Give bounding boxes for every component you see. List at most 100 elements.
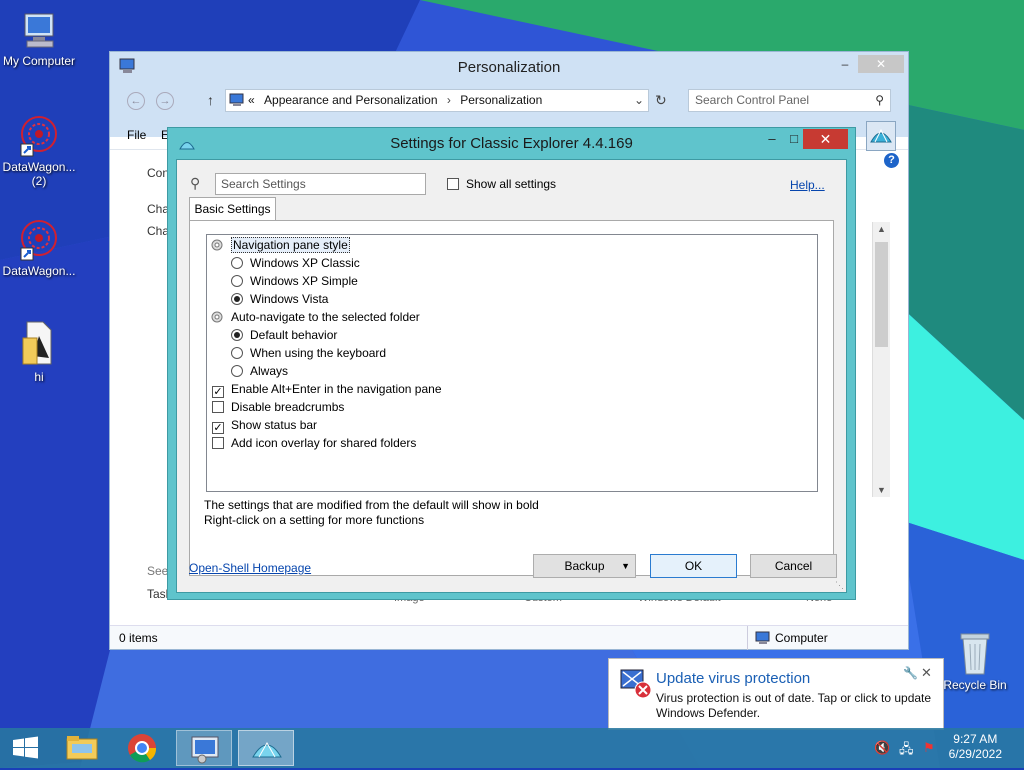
help-icon[interactable]: ? bbox=[884, 153, 899, 168]
breadcrumb-prefix: « bbox=[248, 93, 255, 107]
desktop-icon-label: Recycle Bin bbox=[943, 678, 1007, 692]
show-all-settings-label: Show all settings bbox=[466, 177, 557, 191]
desktop-icon-my-computer[interactable]: My Computer bbox=[0, 10, 78, 68]
start-button[interactable] bbox=[0, 730, 52, 766]
radio-button[interactable] bbox=[231, 257, 243, 269]
dropdown-arrow-icon: ▼ bbox=[621, 561, 630, 571]
scrollbar-thumb[interactable] bbox=[875, 242, 888, 347]
taskbar-file-explorer[interactable] bbox=[54, 730, 110, 766]
folder-icon bbox=[22, 321, 52, 365]
open-shell-homepage-link[interactable]: Open-Shell Homepage bbox=[189, 561, 311, 575]
radio-default-behavior[interactable]: Default behavior bbox=[231, 326, 337, 344]
notification-body-line: Virus protection is out of date. Tap or … bbox=[656, 691, 932, 705]
speaker-muted-icon[interactable]: 🔇 bbox=[874, 740, 890, 756]
close-button[interactable]: ✕ bbox=[803, 129, 848, 149]
checkbox-show-status-bar[interactable]: ✓ Show status bar bbox=[212, 416, 317, 434]
checkbox-box[interactable] bbox=[447, 178, 459, 190]
radio-when-using-keyboard[interactable]: When using the keyboard bbox=[231, 344, 386, 362]
radio-label: Windows XP Classic bbox=[250, 256, 360, 270]
settings-gear-icon bbox=[211, 239, 223, 251]
back-button[interactable]: ← bbox=[127, 92, 145, 110]
settings-tree[interactable]: Navigation pane style Windows XP Classic… bbox=[206, 234, 818, 492]
radio-button[interactable] bbox=[231, 365, 243, 377]
taskbar-classic-explorer-settings[interactable] bbox=[238, 730, 294, 766]
notification-body-line: Windows Defender. bbox=[656, 706, 761, 720]
radio-windows-xp-classic[interactable]: Windows XP Classic bbox=[231, 254, 360, 272]
taskbar: 🔇 🖧 ⚑ 9:27 AM 6/29/2022 bbox=[0, 728, 1024, 768]
scroll-up-icon[interactable]: ▲ bbox=[877, 224, 886, 234]
checkbox-box[interactable] bbox=[212, 401, 224, 413]
datawagon-shortcut-icon bbox=[20, 220, 57, 261]
chevron-down-icon[interactable]: ⌄ bbox=[634, 90, 644, 111]
ok-button[interactable]: OK bbox=[650, 554, 737, 578]
status-bar: 0 items Computer bbox=[110, 625, 908, 650]
tab-basic-settings[interactable]: Basic Settings bbox=[189, 197, 276, 221]
search-placeholder: Search Settings bbox=[221, 177, 306, 191]
checkbox-box[interactable] bbox=[212, 437, 224, 449]
classic-shell-toolbar-button[interactable] bbox=[866, 121, 896, 151]
checkbox-enable-alt-enter[interactable]: ✓ Enable Alt+Enter in the navigation pane bbox=[212, 380, 442, 398]
vertical-scrollbar[interactable]: ▲ ▼ bbox=[872, 222, 890, 497]
left-link-fragment[interactable]: Cha bbox=[147, 224, 169, 238]
settings-wrench-icon[interactable]: 🔧 bbox=[903, 666, 918, 680]
close-icon[interactable]: ✕ bbox=[921, 665, 932, 681]
desktop-icon-datawagon[interactable]: DataWagon... bbox=[0, 216, 78, 278]
search-settings-input[interactable]: Search Settings bbox=[215, 173, 426, 195]
menu-file[interactable]: File bbox=[127, 128, 146, 142]
checkbox-disable-breadcrumbs[interactable]: Disable breadcrumbs bbox=[212, 398, 344, 416]
checkbox-add-icon-overlay[interactable]: Add icon overlay for shared folders bbox=[212, 434, 416, 452]
radio-always[interactable]: Always bbox=[231, 362, 288, 380]
up-button[interactable]: ↑ bbox=[207, 92, 214, 108]
classic-explorer-settings-dialog[interactable]: Settings for Classic Explorer 4.4.169 – … bbox=[167, 127, 856, 600]
checkbox-label: Show status bar bbox=[231, 418, 318, 432]
network-icon[interactable]: 🖧 bbox=[899, 740, 914, 762]
datawagon-shortcut-icon bbox=[20, 116, 57, 157]
desktop-icon-hi[interactable]: hi bbox=[0, 318, 78, 384]
system-clock[interactable]: 9:27 AM 6/29/2022 bbox=[949, 732, 1002, 762]
scroll-down-icon[interactable]: ▼ bbox=[877, 485, 886, 495]
setting-group-auto-navigate[interactable]: Auto-navigate to the selected folder bbox=[209, 308, 420, 326]
desktop-icon-recycle-bin[interactable]: Recycle Bin bbox=[936, 630, 1014, 692]
defender-notification[interactable]: Update virus protection Virus protection… bbox=[608, 658, 944, 730]
search-control-panel-input[interactable]: Search Control Panel ⚲ bbox=[688, 89, 891, 112]
close-button[interactable]: ✕ bbox=[858, 55, 904, 73]
cancel-button[interactable]: Cancel bbox=[750, 554, 837, 578]
breadcrumb-item-personalization[interactable]: Personalization bbox=[460, 93, 542, 107]
notification-body: Virus protection is out of date. Tap or … bbox=[656, 691, 931, 721]
left-link-fragment[interactable]: Cha bbox=[147, 202, 169, 216]
radio-button-selected[interactable] bbox=[231, 329, 243, 341]
defender-warning-icon bbox=[620, 669, 652, 699]
computer-icon bbox=[24, 13, 54, 48]
forward-button[interactable]: → bbox=[156, 92, 174, 110]
checkbox-box-checked[interactable]: ✓ bbox=[212, 386, 224, 398]
taskbar-control-panel[interactable] bbox=[176, 730, 232, 766]
see-also-fragment: See bbox=[147, 564, 169, 578]
file-explorer-icon bbox=[66, 736, 98, 760]
address-bar[interactable]: « Appearance and Personalization › Perso… bbox=[225, 89, 649, 112]
action-center-alert-icon[interactable]: ⚑ bbox=[923, 740, 935, 756]
resize-grip-icon[interactable]: ⋱ bbox=[835, 580, 844, 591]
radio-label: Always bbox=[250, 364, 289, 378]
desktop-icon-datawagon-2[interactable]: DataWagon... (2) bbox=[0, 112, 78, 188]
radio-windows-vista[interactable]: Windows Vista bbox=[231, 290, 328, 308]
chrome-icon bbox=[128, 734, 157, 763]
radio-label: When using the keyboard bbox=[250, 346, 387, 360]
backup-button[interactable]: Backup ▼ bbox=[533, 554, 636, 578]
notification-title: Update virus protection bbox=[656, 670, 811, 687]
checkbox-label: Disable breadcrumbs bbox=[231, 400, 345, 414]
help-link[interactable]: Help... bbox=[790, 178, 825, 192]
left-link-fragment[interactable]: Con bbox=[147, 166, 169, 180]
desktop-icon-sublabel: (2) bbox=[31, 174, 47, 188]
setting-group-navigation-pane[interactable]: Navigation pane style bbox=[209, 236, 350, 254]
taskbar-chrome[interactable] bbox=[114, 730, 170, 766]
backup-label: Backup bbox=[564, 559, 605, 573]
radio-button-selected[interactable] bbox=[231, 293, 243, 305]
refresh-button[interactable]: ↻ bbox=[655, 92, 667, 109]
radio-button[interactable] bbox=[231, 347, 243, 359]
radio-button[interactable] bbox=[231, 275, 243, 287]
search-placeholder: Search Control Panel bbox=[695, 93, 810, 107]
radio-windows-xp-simple[interactable]: Windows XP Simple bbox=[231, 272, 358, 290]
show-all-settings-checkbox[interactable]: Show all settings bbox=[447, 177, 556, 191]
breadcrumb-item-appearance[interactable]: Appearance and Personalization bbox=[264, 93, 437, 107]
checkbox-box-checked[interactable]: ✓ bbox=[212, 422, 224, 434]
